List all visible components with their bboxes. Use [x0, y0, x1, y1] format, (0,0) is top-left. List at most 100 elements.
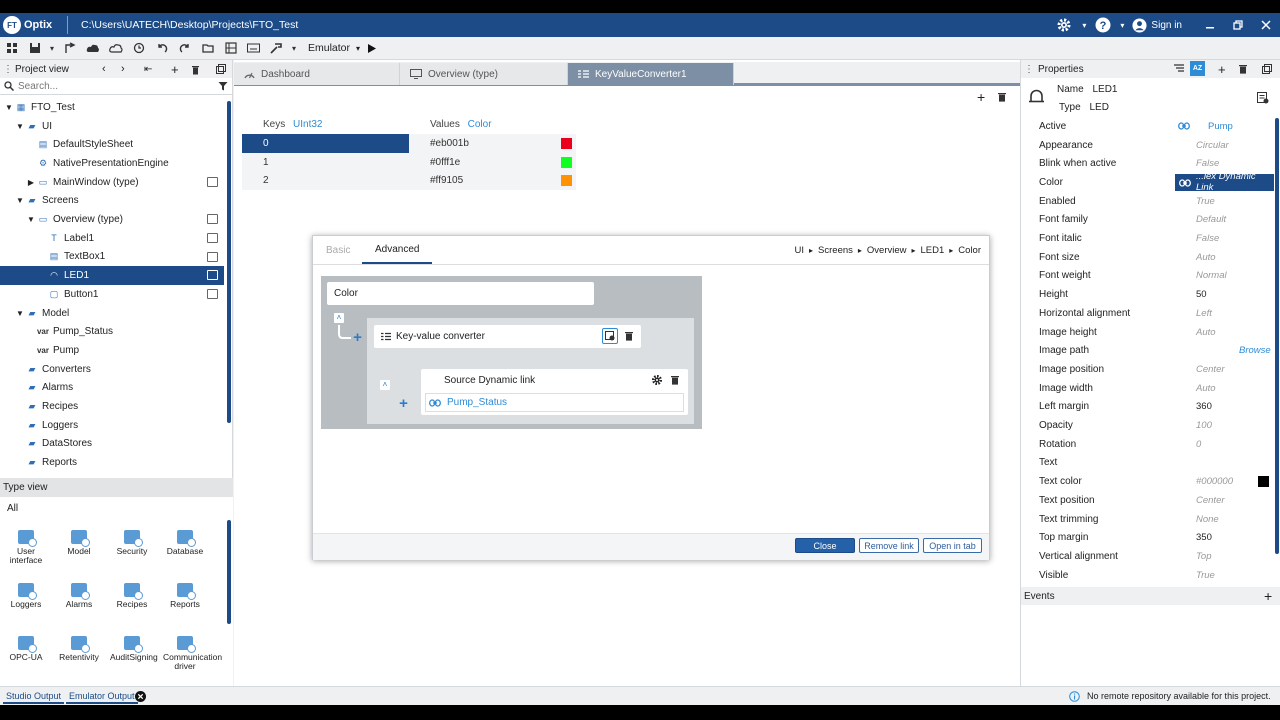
- tree-item[interactable]: ▼ ▰ Screens: [0, 192, 224, 211]
- property-row[interactable]: Visible True: [1021, 566, 1274, 585]
- save-icon[interactable]: [23, 37, 46, 60]
- property-value[interactable]: 360: [1196, 401, 1212, 412]
- tree-item[interactable]: ▰ Alarms: [0, 379, 224, 398]
- tree-item[interactable]: ▰ Loggers: [0, 416, 224, 435]
- kv-value[interactable]: #0fff1e: [409, 153, 576, 172]
- help-chevron-icon[interactable]: ▾: [1117, 13, 1127, 37]
- delete-row-trash-icon[interactable]: [998, 92, 1006, 102]
- property-value[interactable]: Normal: [1196, 270, 1227, 281]
- close-output-icon[interactable]: [135, 691, 146, 702]
- property-row[interactable]: Image width Auto: [1021, 379, 1274, 398]
- type-view-item[interactable]: Recipes: [104, 583, 160, 609]
- sort-by-category-icon[interactable]: [1174, 63, 1185, 74]
- tree-item[interactable]: ◠ LED1: [0, 266, 224, 285]
- type-view-item[interactable]: AuditSigning: [104, 636, 160, 662]
- tab-basic[interactable]: Basic: [313, 236, 363, 264]
- property-value[interactable]: 0: [1196, 439, 1201, 450]
- property-value[interactable]: Top: [1196, 551, 1212, 562]
- type-view-item[interactable]: Retentivity: [51, 636, 107, 662]
- tree-item[interactable]: ▤ DefaultStyleSheet: [0, 135, 224, 154]
- property-row[interactable]: Font weight Normal: [1021, 267, 1274, 286]
- property-value[interactable]: None: [1196, 514, 1219, 525]
- breadcrumb-item[interactable]: Color: [958, 245, 981, 256]
- deploy-icon[interactable]: [58, 37, 81, 60]
- values-type[interactable]: Color: [468, 119, 492, 130]
- property-row[interactable]: Font size Auto: [1021, 248, 1274, 267]
- breadcrumb-item[interactable]: Overview: [867, 245, 907, 256]
- property-value[interactable]: True: [1196, 570, 1215, 581]
- kv-key[interactable]: 2: [242, 171, 409, 190]
- tree-item[interactable]: var Pump_Status: [0, 322, 224, 341]
- project-search[interactable]: Search...: [0, 78, 232, 95]
- property-row[interactable]: Blink when active False: [1021, 154, 1274, 173]
- property-row[interactable]: Text color #000000: [1021, 472, 1274, 491]
- back-arrow-icon[interactable]: ‹: [102, 63, 106, 75]
- breadcrumb-item[interactable]: Screens: [818, 245, 853, 256]
- type-view-item[interactable]: User interface: [0, 530, 54, 565]
- kv-row[interactable]: 0 #eb001b: [242, 134, 576, 153]
- tree-item[interactable]: ▼ ▦ FTO_Test: [0, 98, 224, 117]
- type-view-item[interactable]: Loggers: [0, 583, 54, 609]
- tab-advanced[interactable]: Advanced: [362, 236, 433, 264]
- add-icon[interactable]: +: [171, 62, 179, 77]
- property-row[interactable]: Text: [1021, 454, 1274, 473]
- collapse-all-icon[interactable]: ⇤: [144, 64, 152, 75]
- source-value-field[interactable]: Pump_Status: [425, 393, 684, 412]
- remove-link-button[interactable]: Remove link: [859, 538, 919, 553]
- property-row[interactable]: Image position Center: [1021, 360, 1274, 379]
- add-property-icon[interactable]: +: [1218, 62, 1226, 77]
- help-icon[interactable]: ?: [1089, 13, 1117, 37]
- source-dynamic-link-node[interactable]: Source Dynamic link Pump_Status: [421, 369, 688, 415]
- expanded-arrow-icon[interactable]: ▼: [4, 103, 14, 112]
- type-view-filter[interactable]: All: [7, 503, 18, 514]
- add-event-icon[interactable]: +: [1264, 588, 1272, 604]
- edit-type-icon[interactable]: [207, 232, 218, 243]
- property-row[interactable]: Color ...lex Dynamic Link: [1021, 171, 1274, 193]
- property-value[interactable]: Center: [1196, 364, 1225, 375]
- project-tree-scrollbar[interactable]: [227, 101, 231, 423]
- sort-alphabetical-icon[interactable]: AZ: [1190, 61, 1205, 76]
- edit-type-icon[interactable]: [207, 251, 218, 262]
- tab-dashboard[interactable]: Dashboard: [234, 63, 400, 85]
- property-row[interactable]: Enabled True: [1021, 192, 1274, 211]
- tab-studio-output[interactable]: Studio Output: [3, 689, 65, 704]
- close-button[interactable]: Close: [795, 538, 855, 553]
- property-value[interactable]: ...lex Dynamic Link: [1196, 171, 1274, 193]
- run-play-icon[interactable]: [360, 37, 383, 60]
- property-row[interactable]: Opacity 100: [1021, 416, 1274, 435]
- type-view-item[interactable]: Model: [51, 530, 107, 556]
- layout-icon[interactable]: [0, 37, 23, 60]
- add-row-icon[interactable]: +: [977, 89, 985, 105]
- tab-emulator-output[interactable]: Emulator Output: [66, 689, 138, 704]
- download-cloud-icon[interactable]: [104, 37, 127, 60]
- expanded-arrow-icon[interactable]: ▼: [15, 122, 25, 131]
- property-value[interactable]: 350: [1196, 532, 1212, 543]
- delete-property-trash-icon[interactable]: [1239, 64, 1247, 74]
- property-value[interactable]: 50: [1196, 289, 1207, 300]
- property-row[interactable]: Height 50: [1021, 285, 1274, 304]
- property-value[interactable]: Circular: [1196, 140, 1229, 151]
- color-swatch[interactable]: [561, 138, 572, 149]
- edit-type-icon[interactable]: [1257, 92, 1269, 104]
- property-value[interactable]: False: [1196, 233, 1219, 244]
- property-row[interactable]: Appearance Circular: [1021, 136, 1274, 155]
- keys-type[interactable]: UInt32: [293, 119, 322, 130]
- duplicate-icon[interactable]: [216, 60, 226, 74]
- property-value[interactable]: Auto: [1196, 327, 1216, 338]
- library-icon[interactable]: [219, 37, 242, 60]
- user-avatar-icon[interactable]: [1127, 13, 1151, 37]
- emulator-dropdown[interactable]: Emulator ▾: [308, 42, 360, 54]
- property-value[interactable]: 100: [1196, 420, 1212, 431]
- add-source-plus-icon[interactable]: +: [397, 396, 410, 411]
- property-row[interactable]: Text position Center: [1021, 491, 1274, 510]
- close-window-icon[interactable]: [1252, 13, 1280, 37]
- property-value[interactable]: Default: [1196, 214, 1226, 225]
- properties-scrollbar[interactable]: [1275, 118, 1279, 554]
- property-row[interactable]: Top margin 350: [1021, 528, 1274, 547]
- history-icon[interactable]: [127, 37, 150, 60]
- forward-arrow-icon[interactable]: ›: [121, 63, 125, 75]
- tree-item[interactable]: ▼ ▰ UI: [0, 117, 224, 136]
- property-row[interactable]: Rotation 0: [1021, 435, 1274, 454]
- edit-type-icon[interactable]: [207, 176, 218, 187]
- keyboard-icon[interactable]: [242, 37, 265, 60]
